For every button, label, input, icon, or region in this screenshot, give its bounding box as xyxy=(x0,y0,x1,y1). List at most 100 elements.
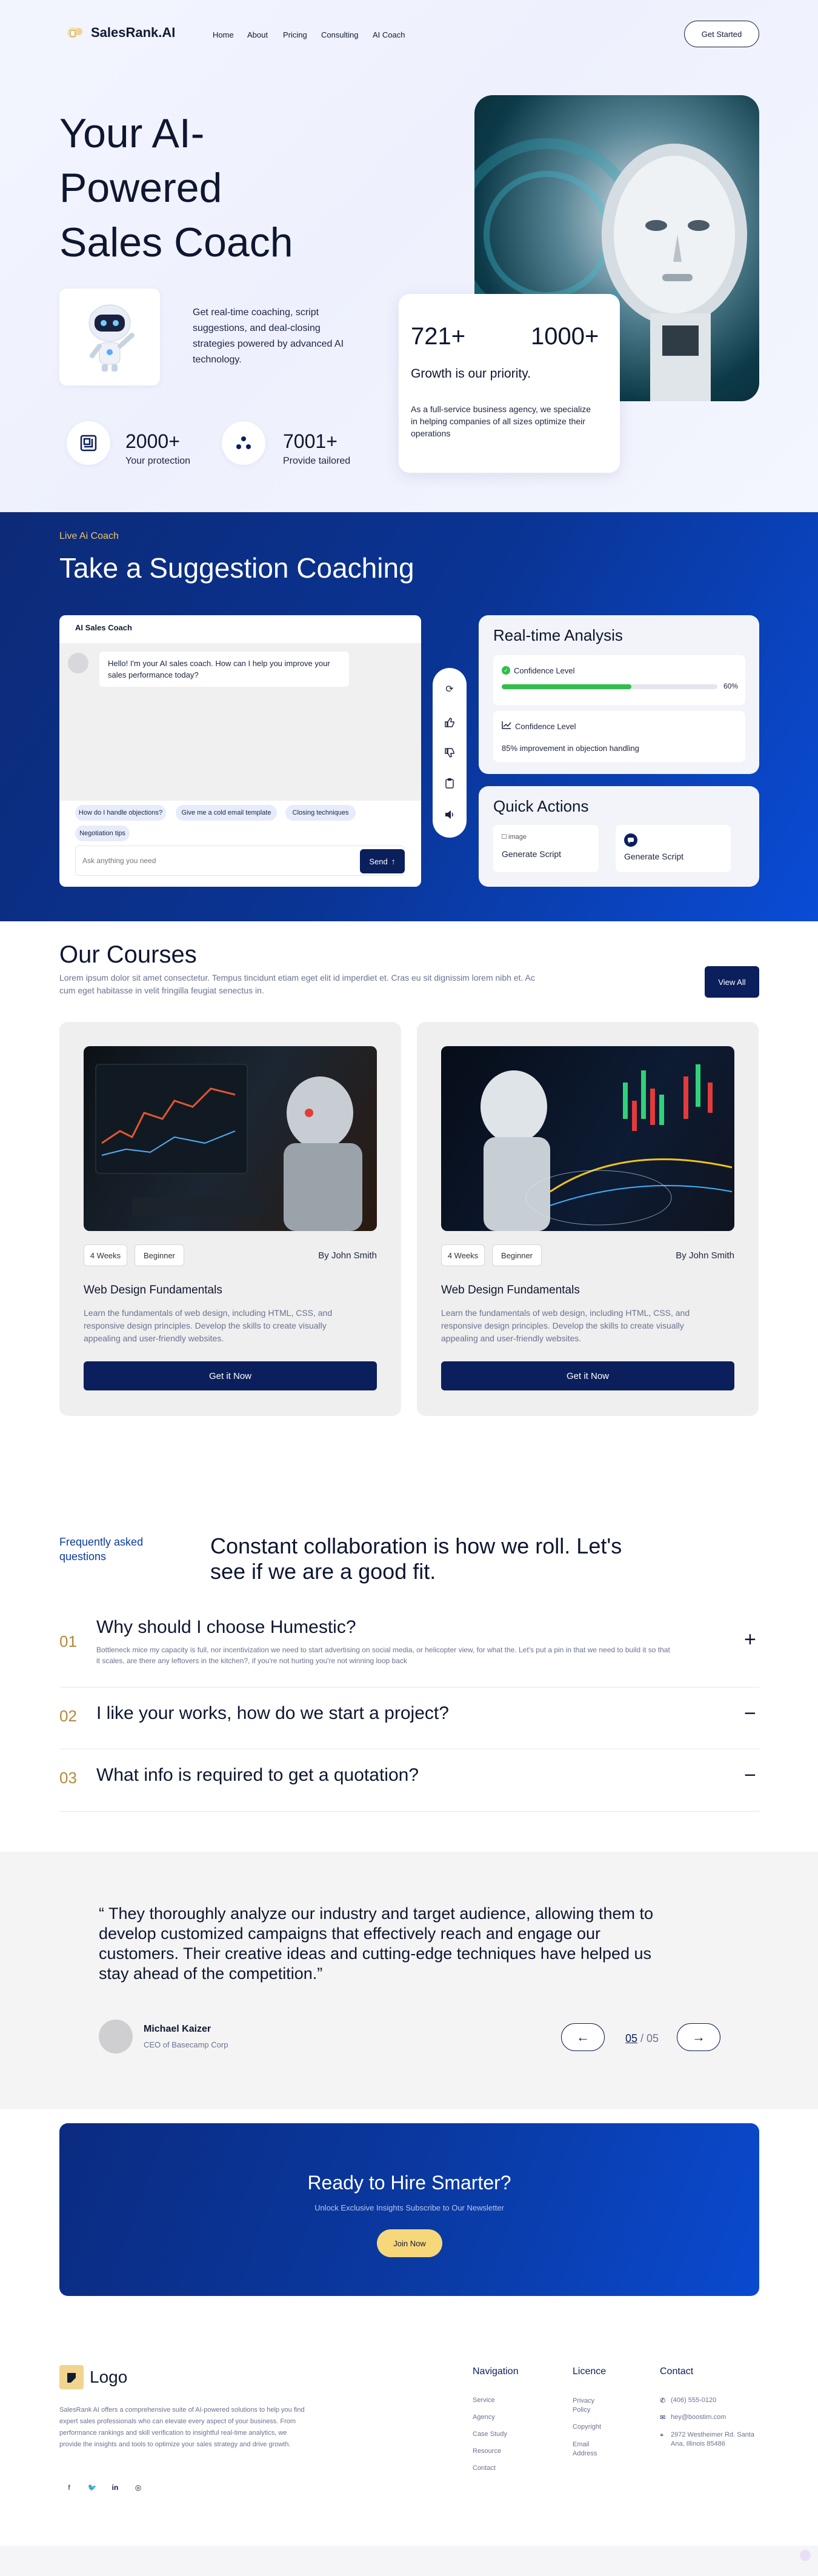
facebook-icon[interactable]: f xyxy=(62,2480,76,2495)
course-2-get-it-button[interactable]: Get it Now xyxy=(441,1361,734,1390)
coach-message: Hello! I'm your AI sales coach. How can … xyxy=(99,652,349,687)
view-all-button[interactable]: View All xyxy=(705,966,759,998)
cta-title: Ready to Hire Smarter? xyxy=(307,2172,511,2194)
robot-mascot-icon xyxy=(88,304,135,372)
footer-bottom-bar xyxy=(0,2546,818,2576)
nav-ai-coach-link[interactable]: AI Coach xyxy=(373,30,405,39)
next-testimonial-button[interactable]: → xyxy=(677,2023,720,2051)
mail-icon: ✉ xyxy=(660,2414,666,2421)
arrow-up-icon: ↑ xyxy=(391,856,396,866)
arrow-right-icon: → xyxy=(692,2029,705,2044)
broken-image-icon: image xyxy=(502,833,527,841)
refresh-icon[interactable]: ⟳ xyxy=(444,683,456,695)
footer-link-case-study[interactable]: Case Study xyxy=(473,2431,507,2438)
course-2-text: Learn the fundamentals of web design, in… xyxy=(441,1308,690,1343)
robot-mascot-card xyxy=(59,289,160,385)
coaching-title: Take a Suggestion Coaching xyxy=(59,552,414,584)
stat-2-label: Provide tailored xyxy=(283,456,351,466)
footer-link-contact[interactable]: Contact xyxy=(473,2464,496,2472)
footer-navigation-title: Navigation xyxy=(473,2366,519,2377)
suggestion-chip-closing[interactable]: Closing techniques xyxy=(285,805,356,821)
faq-2-question[interactable]: I like your works, how do we start a pro… xyxy=(96,1703,449,1724)
thumbs-up-icon[interactable] xyxy=(444,716,456,729)
footer-email[interactable]: hey@boostim.com xyxy=(671,2414,726,2421)
faq-1-toggle-plus-icon[interactable]: + xyxy=(744,1629,756,1650)
faq-eyebrow: Frequently asked questions xyxy=(59,1536,144,1563)
faq-3-question[interactable]: What info is required to get a quotation… xyxy=(96,1765,419,1786)
linkedin-icon[interactable]: in xyxy=(108,2480,122,2495)
faq-1-question[interactable]: Why should I choose Humestic? xyxy=(96,1617,356,1638)
twitter-icon[interactable]: 🐦 xyxy=(85,2480,99,2495)
course-2-duration-tag: 4 Weeks xyxy=(441,1244,485,1266)
send-button[interactable]: Send ↑ xyxy=(360,849,405,873)
footer-link-email[interactable]: Email Address xyxy=(573,2440,609,2458)
pager-separator: / xyxy=(637,2032,647,2044)
instagram-icon[interactable]: ◎ xyxy=(131,2480,145,2495)
nav-home-link[interactable]: Home xyxy=(213,30,234,39)
stat-1-value: 2000+ xyxy=(125,430,180,452)
footer-link-privacy[interactable]: Privacy Policy xyxy=(573,2397,609,2415)
generate-script-label-1: Generate Script xyxy=(502,849,562,859)
confidence-label: Confidence Level xyxy=(514,666,575,675)
coaching-eyebrow: Live Ai Coach xyxy=(59,531,119,541)
hero-title: Your AI- Powered Sales Coach xyxy=(59,106,350,270)
brand-logo[interactable]: SalesRank.AI xyxy=(67,24,175,41)
confidence-bar-track xyxy=(502,684,717,689)
footer-licence-title: Licence xyxy=(573,2366,607,2377)
course-card-2: 4 Weeks Beginner By John Smith Web Desig… xyxy=(417,1022,759,1416)
robot-stocks-illustration xyxy=(480,1064,733,1231)
footer-logo[interactable]: Logo xyxy=(59,2365,127,2389)
course-1-get-it-button[interactable]: Get it Now xyxy=(84,1361,377,1390)
robot-trading-illustration xyxy=(95,1064,362,1231)
footer-address: 2972 Westheimer Rd. Santa Ana, Illinois … xyxy=(671,2431,754,2448)
suggestion-chip-objections[interactable]: How do I handle objections? xyxy=(75,805,166,821)
footer-link-agency[interactable]: Agency xyxy=(473,2414,495,2421)
get-started-button[interactable]: Get Started xyxy=(684,21,759,47)
thumbs-down-icon[interactable] xyxy=(444,747,456,759)
arrow-left-icon: ← xyxy=(576,2029,590,2044)
growth-num-1: 721+ xyxy=(411,323,466,350)
phone-icon: ✆ xyxy=(660,2397,666,2404)
generate-script-card-1[interactable]: image Generate Script xyxy=(493,825,599,872)
growth-card: 721+ 1000+ Growth is our priority. As a … xyxy=(399,294,620,473)
generate-script-card-2[interactable]: Generate Script xyxy=(616,825,731,872)
suggestion-chip-negotiation[interactable]: Negotiation tips xyxy=(75,826,130,841)
floating-widget-icon[interactable] xyxy=(800,2550,811,2561)
footer-link-service[interactable]: Service xyxy=(473,2397,495,2404)
faq-2-toggle-minus-icon[interactable]: − xyxy=(744,1703,756,1724)
layout-icon xyxy=(80,435,97,452)
footer-link-resource[interactable]: Resource xyxy=(473,2448,501,2455)
hero-title-line-1: Your AI- xyxy=(59,110,205,156)
course-2-title: Web Design Fundamentals xyxy=(441,1284,580,1296)
prev-testimonial-button[interactable]: ← xyxy=(561,2023,605,2051)
course-card-1: 4 Weeks Beginner By John Smith Web Desig… xyxy=(59,1022,401,1416)
chat-panel: AI Sales Coach Hello! I'm your AI sales … xyxy=(59,615,421,887)
improvement-card: Confidence Level 85% improvement in obje… xyxy=(493,711,745,762)
testimonial-pager: 05 / 05 xyxy=(625,2032,659,2045)
faq-3-toggle-minus-icon[interactable]: − xyxy=(744,1765,756,1786)
testimonial-section: “ They thoroughly analyze our industry a… xyxy=(0,1852,818,2109)
confidence-bar-fill xyxy=(502,684,631,689)
footer-phone[interactable]: (406) 555-0120 xyxy=(671,2397,716,2404)
cta-banner: Ready to Hire Smarter? Unlock Exclusive … xyxy=(59,2123,759,2296)
join-now-button[interactable]: Join Now xyxy=(377,2229,442,2257)
faq-3-number: 03 xyxy=(59,1769,77,1787)
footer-logo-text: Logo xyxy=(90,2367,128,2386)
chat-input[interactable] xyxy=(82,853,337,868)
nav-consulting-link[interactable]: Consulting xyxy=(321,30,358,39)
clipboard-icon[interactable] xyxy=(444,777,456,789)
testimonial-quote: “ They thoroughly analyze our industry a… xyxy=(99,1904,654,1983)
suggestion-chip-cold-email[interactable]: Give me a cold email template xyxy=(176,805,277,821)
course-1-level-tag: Beginner xyxy=(135,1244,184,1266)
course-2-level-tag: Beginner xyxy=(492,1244,542,1266)
nav-pricing-link[interactable]: Pricing xyxy=(283,30,307,39)
coach-avatar xyxy=(68,653,88,673)
footer-link-copyright[interactable]: Copyright xyxy=(573,2423,601,2431)
quick-actions-title: Quick Actions xyxy=(493,797,589,815)
speaker-icon[interactable] xyxy=(444,809,456,821)
hero-title-line-2: Powered xyxy=(59,165,222,211)
hero-section: SalesRank.AI Home About Pricing Consulti… xyxy=(0,0,818,512)
stat-1-icon-wrap xyxy=(67,421,110,465)
nav-about-link[interactable]: About xyxy=(247,30,268,39)
hero-description: Get real-time coaching, script suggestio… xyxy=(193,307,344,365)
